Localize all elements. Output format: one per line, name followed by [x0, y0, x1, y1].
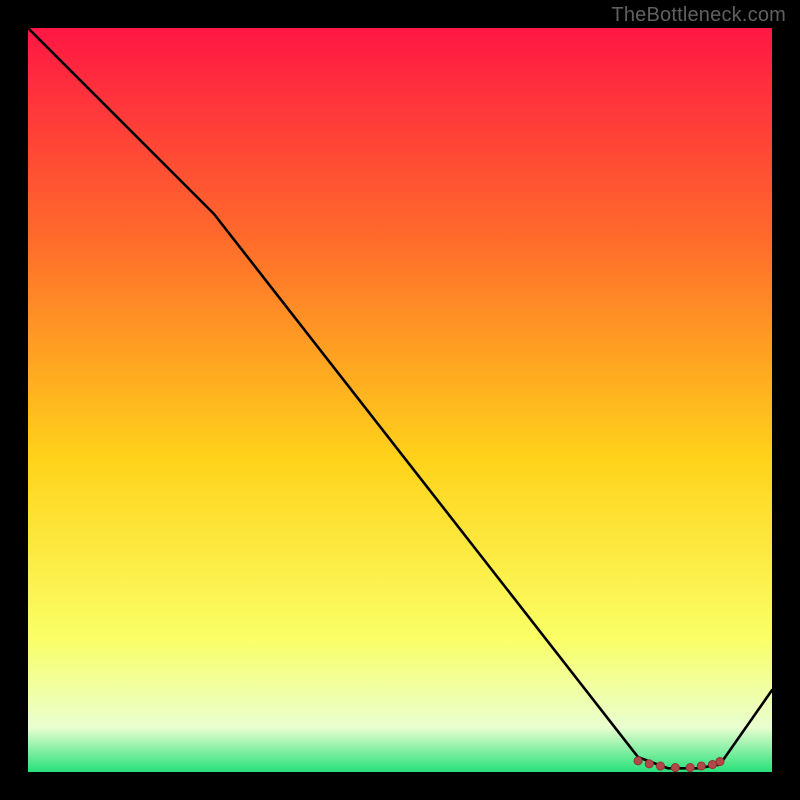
marker-dot — [645, 760, 653, 768]
marker-dot — [656, 762, 664, 770]
chart-svg — [28, 28, 772, 772]
marker-dot — [671, 763, 679, 771]
marker-dot — [708, 760, 716, 768]
marker-dot — [686, 763, 694, 771]
marker-dot — [716, 757, 724, 765]
watermark-text: TheBottleneck.com — [611, 4, 786, 27]
marker-dot — [697, 762, 705, 770]
plot-area — [28, 28, 772, 772]
chart-container: TheBottleneck.com — [0, 0, 800, 800]
marker-dot — [634, 757, 642, 765]
